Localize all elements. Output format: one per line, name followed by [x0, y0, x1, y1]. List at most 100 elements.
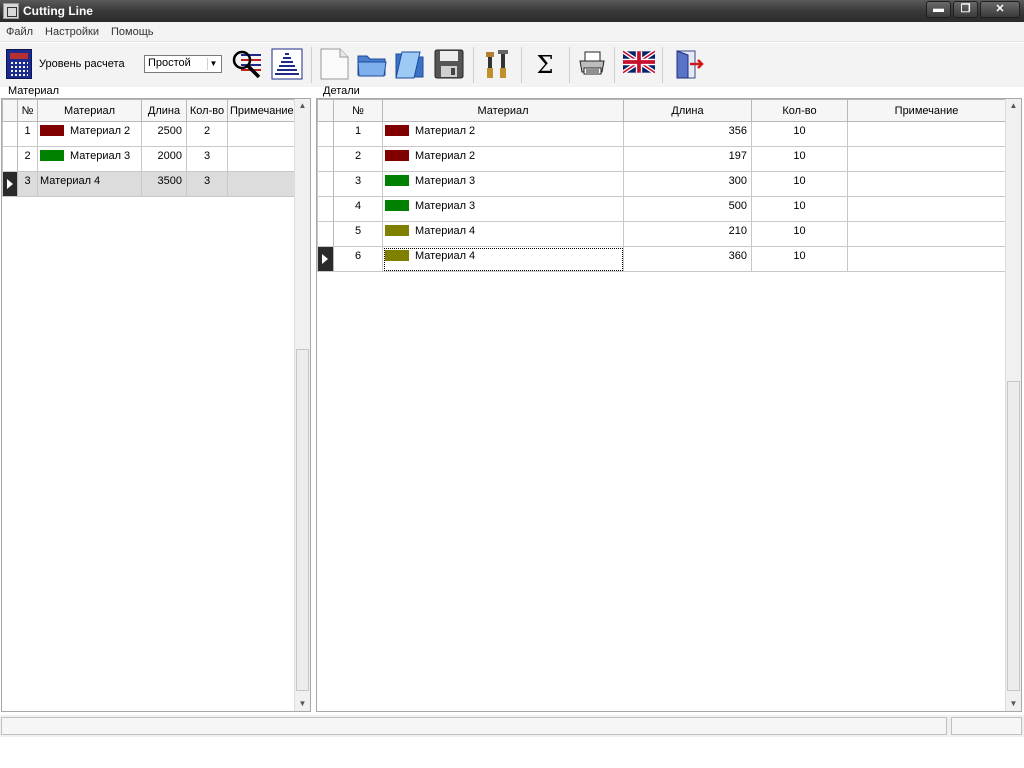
note-cell[interactable]	[847, 221, 1006, 247]
table-row-selected[interactable]: 3 Материал 4 3500 3	[2, 171, 295, 197]
length-cell[interactable]: 2500	[141, 121, 187, 147]
length-cell[interactable]: 300	[623, 171, 752, 197]
material-cell[interactable]: Материал 2	[382, 121, 624, 147]
quantity-cell[interactable]: 10	[751, 246, 848, 272]
material-cell[interactable]: Материал 3	[382, 171, 624, 197]
menu-file[interactable]: Файл	[0, 26, 39, 38]
length-cell[interactable]: 360	[623, 246, 752, 272]
chevron-down-icon[interactable]: ▼	[207, 58, 219, 70]
details-scrollbar[interactable]: ▲ ▼	[1005, 99, 1021, 711]
column-header-length[interactable]: Длина	[623, 99, 752, 122]
exit-door-icon[interactable]	[672, 48, 704, 80]
materials-grid[interactable]: № Материал Длина Кол-во Примечание 1 Мат…	[1, 98, 311, 712]
maximize-button[interactable]: ❐	[953, 1, 978, 18]
table-row[interactable]: 5 Материал 4 210 10	[317, 221, 1006, 247]
row-indicator[interactable]	[2, 146, 18, 172]
note-cell[interactable]	[847, 171, 1006, 197]
row-indicator[interactable]	[2, 171, 18, 197]
material-cell[interactable]: Материал 2	[37, 121, 142, 147]
column-header-number[interactable]: №	[333, 99, 383, 122]
quantity-cell[interactable]: 10	[751, 221, 848, 247]
table-row[interactable]: 4 Материал 3 500 10	[317, 196, 1006, 222]
table-row[interactable]: 3 Материал 3 300 10	[317, 171, 1006, 197]
table-row[interactable]: 1 Материал 2 356 10	[317, 121, 1006, 147]
column-header-note[interactable]: Примечание	[227, 99, 295, 122]
app-icon[interactable]	[3, 3, 19, 19]
row-number[interactable]: 1	[17, 121, 38, 147]
close-button[interactable]: ✕	[980, 1, 1020, 18]
column-header-quantity[interactable]: Кол-во	[751, 99, 848, 122]
material-cell[interactable]: Материал 4	[382, 221, 624, 247]
quantity-cell[interactable]: 10	[751, 171, 848, 197]
quantity-cell[interactable]: 3	[186, 146, 228, 172]
sum-icon[interactable]: Σ	[530, 51, 560, 79]
row-indicator[interactable]	[317, 246, 334, 272]
row-number[interactable]: 1	[333, 121, 383, 147]
column-header-number[interactable]: №	[17, 99, 38, 122]
menu-settings[interactable]: Настройки	[39, 26, 105, 38]
materials-scrollbar[interactable]: ▲ ▼	[294, 99, 310, 711]
language-uk-flag-icon[interactable]	[623, 50, 655, 74]
table-row[interactable]: 2 Материал 2 197 10	[317, 146, 1006, 172]
length-cell[interactable]: 356	[623, 121, 752, 147]
column-header-quantity[interactable]: Кол-во	[186, 99, 228, 122]
length-cell[interactable]: 197	[623, 146, 752, 172]
column-header-material[interactable]: Материал	[37, 99, 142, 122]
material-cell[interactable]: Материал 4	[37, 171, 142, 197]
scroll-up-icon[interactable]: ▲	[295, 99, 310, 113]
table-row[interactable]: 1 Материал 2 2500 2	[2, 121, 295, 147]
open-folder-icon[interactable]	[356, 48, 388, 80]
material-cell[interactable]: Материал 3	[37, 146, 142, 172]
row-number[interactable]: 6	[333, 246, 383, 272]
scroll-up-icon[interactable]: ▲	[1006, 99, 1021, 113]
scroll-thumb[interactable]	[296, 349, 309, 691]
quantity-cell[interactable]: 10	[751, 196, 848, 222]
note-cell[interactable]	[227, 121, 295, 147]
column-header-material[interactable]: Материал	[382, 99, 624, 122]
row-number[interactable]: 3	[17, 171, 38, 197]
note-cell[interactable]	[227, 146, 295, 172]
menu-help[interactable]: Помощь	[105, 26, 160, 38]
scroll-down-icon[interactable]: ▼	[1006, 697, 1021, 711]
calculator-icon[interactable]	[6, 49, 32, 79]
row-indicator[interactable]	[2, 121, 18, 147]
column-header-length[interactable]: Длина	[141, 99, 187, 122]
row-number[interactable]: 2	[333, 146, 383, 172]
row-number[interactable]: 4	[333, 196, 383, 222]
row-indicator[interactable]	[317, 196, 334, 222]
note-cell[interactable]	[847, 246, 1006, 272]
save-icon[interactable]	[433, 48, 465, 80]
details-grid[interactable]: № Материал Длина Кол-во Примечание 1 Мат…	[316, 98, 1022, 712]
table-row-selected[interactable]: 6 Материал 4 360 10	[317, 246, 1006, 272]
table-row[interactable]: 2 Материал 3 2000 3	[2, 146, 295, 172]
row-indicator[interactable]	[317, 171, 334, 197]
open-file-icon[interactable]	[394, 48, 426, 80]
row-number[interactable]: 3	[333, 171, 383, 197]
scroll-down-icon[interactable]: ▼	[295, 697, 310, 711]
quantity-cell[interactable]: 10	[751, 146, 848, 172]
row-number[interactable]: 2	[17, 146, 38, 172]
new-file-icon[interactable]	[318, 48, 350, 80]
scroll-thumb[interactable]	[1007, 381, 1020, 691]
quantity-cell[interactable]: 10	[751, 121, 848, 147]
row-indicator[interactable]	[317, 146, 334, 172]
note-cell[interactable]	[847, 121, 1006, 147]
row-indicator[interactable]	[317, 121, 334, 147]
material-cell[interactable]: Материал 3	[382, 196, 624, 222]
row-number[interactable]: 5	[333, 221, 383, 247]
length-cell[interactable]: 2000	[141, 146, 187, 172]
row-indicator[interactable]	[317, 221, 334, 247]
material-cell[interactable]: Материал 4	[382, 246, 624, 272]
calculation-level-select[interactable]: Простой ▼	[144, 55, 222, 73]
note-cell[interactable]	[847, 196, 1006, 222]
tools-icon[interactable]	[481, 48, 513, 80]
length-cell[interactable]: 500	[623, 196, 752, 222]
minimize-button[interactable]: ▬	[926, 1, 951, 18]
print-icon[interactable]	[576, 48, 608, 80]
note-cell[interactable]	[227, 171, 295, 197]
column-header-note[interactable]: Примечание	[847, 99, 1006, 122]
length-cell[interactable]: 3500	[141, 171, 187, 197]
note-cell[interactable]	[847, 146, 1006, 172]
search-details-icon[interactable]	[231, 48, 263, 80]
quantity-cell[interactable]: 3	[186, 171, 228, 197]
